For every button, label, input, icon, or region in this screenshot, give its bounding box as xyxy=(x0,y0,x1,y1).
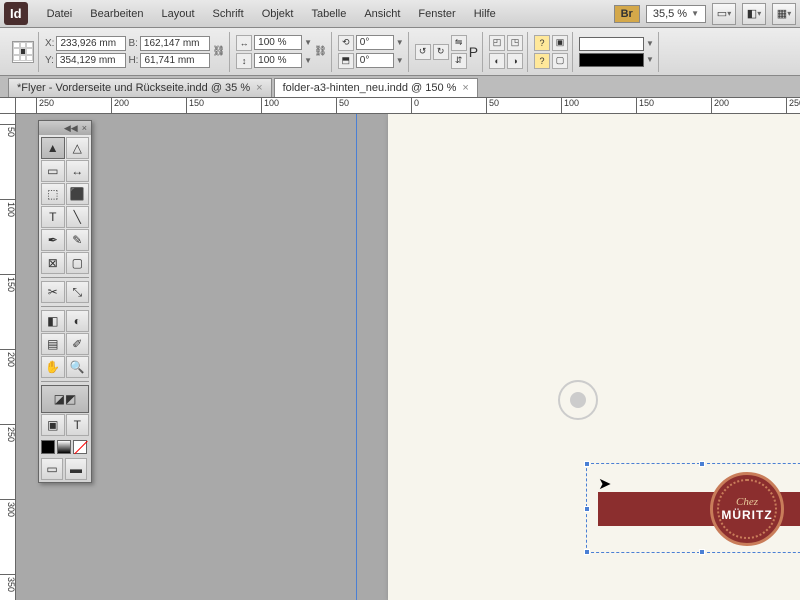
menu-datei[interactable]: Datei xyxy=(38,8,82,20)
constrain-scale-icon[interactable]: ⛓ xyxy=(314,46,327,57)
scissors-tool[interactable]: ✂ xyxy=(41,281,65,303)
menu-bearbeiten[interactable]: Bearbeiten xyxy=(81,8,152,20)
height-input[interactable] xyxy=(140,53,210,68)
menu-ansicht[interactable]: Ansicht xyxy=(355,8,409,20)
content-placer-tool[interactable]: ⬛ xyxy=(66,183,90,205)
menu-tabelle[interactable]: Tabelle xyxy=(302,8,355,20)
preview-mode-icon[interactable]: ▬ xyxy=(65,458,87,480)
menu-layout[interactable]: Layout xyxy=(152,8,203,20)
rotate-icon: ⟲ xyxy=(338,35,354,51)
pen-tool[interactable]: ✒ xyxy=(41,229,65,251)
ruler-origin[interactable] xyxy=(0,98,16,114)
rectangle-frame-tool[interactable]: ⊠ xyxy=(41,252,65,274)
gap-tool[interactable]: ↔ xyxy=(66,160,90,182)
menu-objekt[interactable]: Objekt xyxy=(253,8,303,20)
apply-color-tool[interactable]: ▣ xyxy=(41,414,65,436)
gradient-feather-tool[interactable]: ◐ xyxy=(66,310,90,332)
select-prev-icon[interactable]: ◐ xyxy=(489,53,505,69)
zoom-tool[interactable]: 🔍 xyxy=(66,356,90,378)
type-tool[interactable]: T xyxy=(41,206,65,228)
help-fill-icon[interactable]: ? xyxy=(534,35,550,51)
document-page[interactable]: Chez MÜRITZ ➤ xyxy=(388,114,800,600)
y-input[interactable] xyxy=(56,53,126,68)
select-next-icon[interactable]: ◑ xyxy=(507,53,523,69)
swatch-black[interactable] xyxy=(41,440,55,454)
guide-vertical[interactable] xyxy=(356,114,357,600)
scale-y-input[interactable] xyxy=(254,53,302,68)
note-tool[interactable]: ▤ xyxy=(41,333,65,355)
menu-bar: Id Datei Bearbeiten Layout Schrift Objek… xyxy=(0,0,800,28)
ruler-horizontal[interactable]: 25020015010050050100150200250 xyxy=(16,98,800,114)
free-transform-tool[interactable]: ⤡ xyxy=(66,281,90,303)
pencil-tool[interactable]: ✎ xyxy=(66,229,90,251)
flip-h-icon[interactable]: ⇋ xyxy=(451,35,467,51)
ruler-vertical[interactable]: 50100150200250300350 xyxy=(0,114,16,600)
rotation-input[interactable] xyxy=(356,35,394,50)
line-tool[interactable]: ╲ xyxy=(66,206,90,228)
fill-swatch[interactable] xyxy=(579,37,644,51)
x-input[interactable] xyxy=(56,36,126,51)
page-tool[interactable]: ▭ xyxy=(41,160,65,182)
direct-selection-tool[interactable]: △ xyxy=(66,137,90,159)
document-tabs: *Flyer - Vorderseite und Rückseite.indd … xyxy=(0,76,800,98)
p-icon: P xyxy=(469,44,478,60)
close-icon[interactable]: × xyxy=(462,82,468,94)
menu-fenster[interactable]: Fenster xyxy=(409,8,464,20)
scale-y-icon: ↕ xyxy=(236,53,252,69)
width-input[interactable] xyxy=(140,36,210,51)
tab-folder[interactable]: folder-a3-hinten_neu.indd @ 150 %× xyxy=(274,78,478,97)
constrain-wh-icon[interactable]: ⛓ xyxy=(212,46,225,57)
select-content-icon[interactable]: ◳ xyxy=(507,35,523,51)
zoom-level-combo[interactable]: 35,5 %▼ xyxy=(646,5,706,23)
content-collector-tool[interactable]: ⬚ xyxy=(41,183,65,205)
shear-icon: ⬒ xyxy=(338,53,354,69)
scale-x-icon: ↔ xyxy=(236,35,252,51)
loading-spinner-icon xyxy=(558,380,598,420)
screen-mode-icon[interactable]: ◧▾ xyxy=(742,3,766,25)
arrange-docs-icon[interactable]: ▦▾ xyxy=(772,3,796,25)
eyedropper-tool[interactable]: ✐ xyxy=(66,333,90,355)
normal-view-icon[interactable]: ▭ xyxy=(41,458,63,480)
toolbox-header[interactable]: ◀◀× xyxy=(39,121,91,135)
apply-text-tool[interactable]: T xyxy=(66,414,90,436)
rotate-cw-icon[interactable]: ↻ xyxy=(433,44,449,60)
fit-content-icon[interactable]: ▣ xyxy=(552,35,568,51)
toolbox-panel: ◀◀× ▲ △ ▭ ↔ ⬚ ⬛ T ╲ ✒ ✎ ⊠ ▢ ✂ ⤡ ◧ ◐ ▤ xyxy=(38,120,92,483)
view-options-icon[interactable]: ▭▾ xyxy=(712,3,736,25)
control-bar: X: Y: B: H: ⛓ ↔▼ ↕▼ ⛓ ⟲▼ ⬒▼ ↺ ↻ ⇋ ⇵ P ◰◳ xyxy=(0,28,800,76)
scale-x-input[interactable] xyxy=(254,35,302,50)
close-icon[interactable]: × xyxy=(256,82,262,94)
stroke-swatch[interactable] xyxy=(579,53,644,67)
menu-schrift[interactable]: Schrift xyxy=(204,8,253,20)
swatch-gradient[interactable] xyxy=(57,440,71,454)
flip-v-icon[interactable]: ⇵ xyxy=(451,53,467,69)
shear-input[interactable] xyxy=(356,53,394,68)
fit-frame-icon[interactable]: ▢ xyxy=(552,53,568,69)
fill-stroke-toggle[interactable]: ◪◩ xyxy=(41,385,89,413)
canvas[interactable]: Chez MÜRITZ ➤ ◀◀× ▲ △ ▭ xyxy=(16,114,800,600)
rotate-ccw-icon[interactable]: ↺ xyxy=(415,44,431,60)
tab-flyer[interactable]: *Flyer - Vorderseite und Rückseite.indd … xyxy=(8,78,272,97)
swatch-none[interactable] xyxy=(73,440,87,454)
selection-box[interactable] xyxy=(586,463,800,553)
bridge-button[interactable]: Br xyxy=(614,5,640,23)
hand-tool[interactable]: ✋ xyxy=(41,356,65,378)
menu-hilfe[interactable]: Hilfe xyxy=(465,8,505,20)
reference-point[interactable] xyxy=(12,41,34,63)
select-container-icon[interactable]: ◰ xyxy=(489,35,505,51)
help-stroke-icon[interactable]: ? xyxy=(534,53,550,69)
gradient-swatch-tool[interactable]: ◧ xyxy=(41,310,65,332)
rectangle-tool[interactable]: ▢ xyxy=(66,252,90,274)
app-logo: Id xyxy=(4,2,28,25)
selection-tool[interactable]: ▲ xyxy=(41,137,65,159)
